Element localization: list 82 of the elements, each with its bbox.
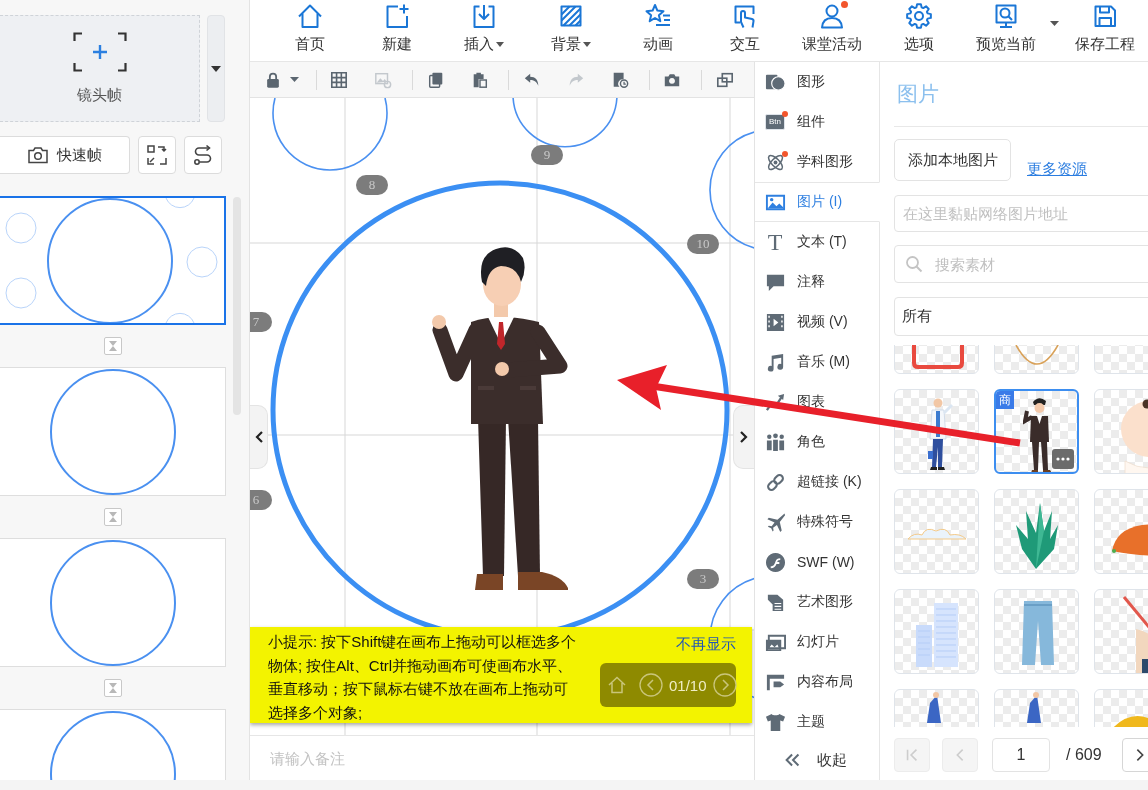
film-icon: [764, 311, 786, 333]
page-total: / 609: [1066, 746, 1102, 764]
previous-slide-button[interactable]: [250, 405, 268, 469]
class-activity-button[interactable]: 课堂活动: [788, 0, 875, 60]
image-url-field[interactable]: 在这里黏贴网络图片地址: [894, 195, 1148, 232]
frame-number-badge: 8: [356, 175, 388, 195]
animation-button[interactable]: 动画: [614, 0, 701, 60]
tip-text: 小提示: 按下Shift键在画布上拖动可以框选多个物体; 按住Alt、Ctrl并拖动画布可使画布水平、垂直移动；按下鼠标右键不放在画布上拖动可选择多个对象;: [268, 632, 578, 723]
lock-icon: [264, 70, 282, 89]
chevron-right-icon: [740, 431, 748, 443]
hourglass-icon[interactable]: [104, 508, 122, 526]
frame-number-badge: 10: [687, 234, 719, 254]
collapse-button[interactable]: 收起: [783, 750, 847, 770]
category-tab[interactable]: 图片 (I): [755, 182, 880, 222]
new-button[interactable]: 新建: [353, 0, 440, 60]
next-page-button[interactable]: [1121, 738, 1148, 772]
background-button[interactable]: 背景: [527, 0, 614, 60]
add-frame-button[interactable]: 镜头帧: [0, 15, 200, 122]
figure-drawing: [927, 692, 941, 723]
frame-drawing: [912, 345, 964, 369]
route-icon: [192, 144, 214, 166]
chevron-left-icon: [254, 431, 263, 443]
grid-icon: [330, 70, 349, 89]
frame-number-badge: 7: [250, 312, 272, 332]
frame-button[interactable]: [138, 136, 176, 174]
caret-down-icon: [211, 65, 221, 72]
people-icon: [764, 431, 786, 453]
image-thumbnail[interactable]: [894, 489, 979, 574]
page-number-field[interactable]: 1: [992, 738, 1050, 772]
link-icon: [764, 471, 786, 493]
options-button[interactable]: 选项: [875, 0, 962, 60]
slide-counter: 01/10: [669, 676, 707, 694]
preview-button[interactable]: 预览当前: [962, 0, 1049, 60]
copy-icon: [426, 70, 445, 89]
frame-number-badge: 6: [250, 490, 272, 510]
next-slide-button[interactable]: [733, 405, 754, 469]
overlapping-squares-icon: [716, 70, 735, 89]
image-thumbnail[interactable]: [994, 589, 1079, 674]
button-tile-icon: Btn: [765, 114, 785, 130]
hourglass-icon[interactable]: [104, 337, 122, 355]
interaction-button[interactable]: 交互: [701, 0, 788, 60]
quick-frame-button[interactable]: 快速帧: [0, 136, 130, 174]
search-icon: [905, 255, 923, 273]
serif-t-icon: T: [767, 231, 783, 253]
image-thumbnail[interactable]: [894, 389, 979, 474]
path-button[interactable]: [184, 136, 222, 174]
more-options-button[interactable]: [1052, 449, 1074, 469]
notes-field[interactable]: 请输入备注: [250, 742, 742, 774]
frame-arrows-icon: [146, 144, 168, 166]
image-thumbnail[interactable]: 商: [994, 389, 1079, 474]
frame-number-badge: 3: [687, 569, 719, 589]
previous-circle-icon[interactable]: [639, 673, 663, 697]
caret-down-icon[interactable]: [1050, 21, 1059, 26]
image-thumbnail[interactable]: [894, 589, 979, 674]
tile-badge: 商: [996, 391, 1014, 409]
dismiss-link[interactable]: 不再显示: [676, 635, 736, 654]
next-circle-icon[interactable]: [712, 673, 737, 697]
save-button[interactable]: 保存工程: [1061, 0, 1148, 60]
frame-number-badge: 9: [531, 145, 563, 165]
settings-icon: [904, 2, 933, 30]
figure-drawing: [1027, 692, 1041, 723]
picture-gear-icon: [374, 70, 393, 89]
camera-icon: [27, 145, 49, 165]
add-local-image-button[interactable]: 添加本地图片: [894, 139, 1011, 181]
more-resources-link[interactable]: 更多资源: [1027, 160, 1087, 179]
filter-dropdown[interactable]: 所有: [894, 297, 1148, 336]
first-page-icon: [904, 746, 920, 764]
insert-button[interactable]: 插入: [440, 0, 527, 60]
jeans-drawing: [1022, 601, 1054, 665]
necklace-drawing: [1015, 345, 1059, 365]
more-dots-icon: [1056, 457, 1070, 461]
image-thumbnail[interactable]: [994, 489, 1079, 574]
caret-down-icon: [290, 77, 299, 82]
home-button[interactable]: 首页: [266, 0, 353, 60]
buildings-drawing: [916, 603, 958, 667]
home-icon[interactable]: [607, 675, 627, 695]
corner-brackets-plus-icon: [72, 32, 127, 72]
panel-title: 图片: [894, 62, 1148, 127]
t-shirt-icon: [764, 711, 786, 733]
search-field[interactable]: 搜索素材: [894, 245, 1148, 283]
hourglass-icon[interactable]: [104, 679, 122, 697]
trend-arrow-icon: [764, 391, 786, 413]
